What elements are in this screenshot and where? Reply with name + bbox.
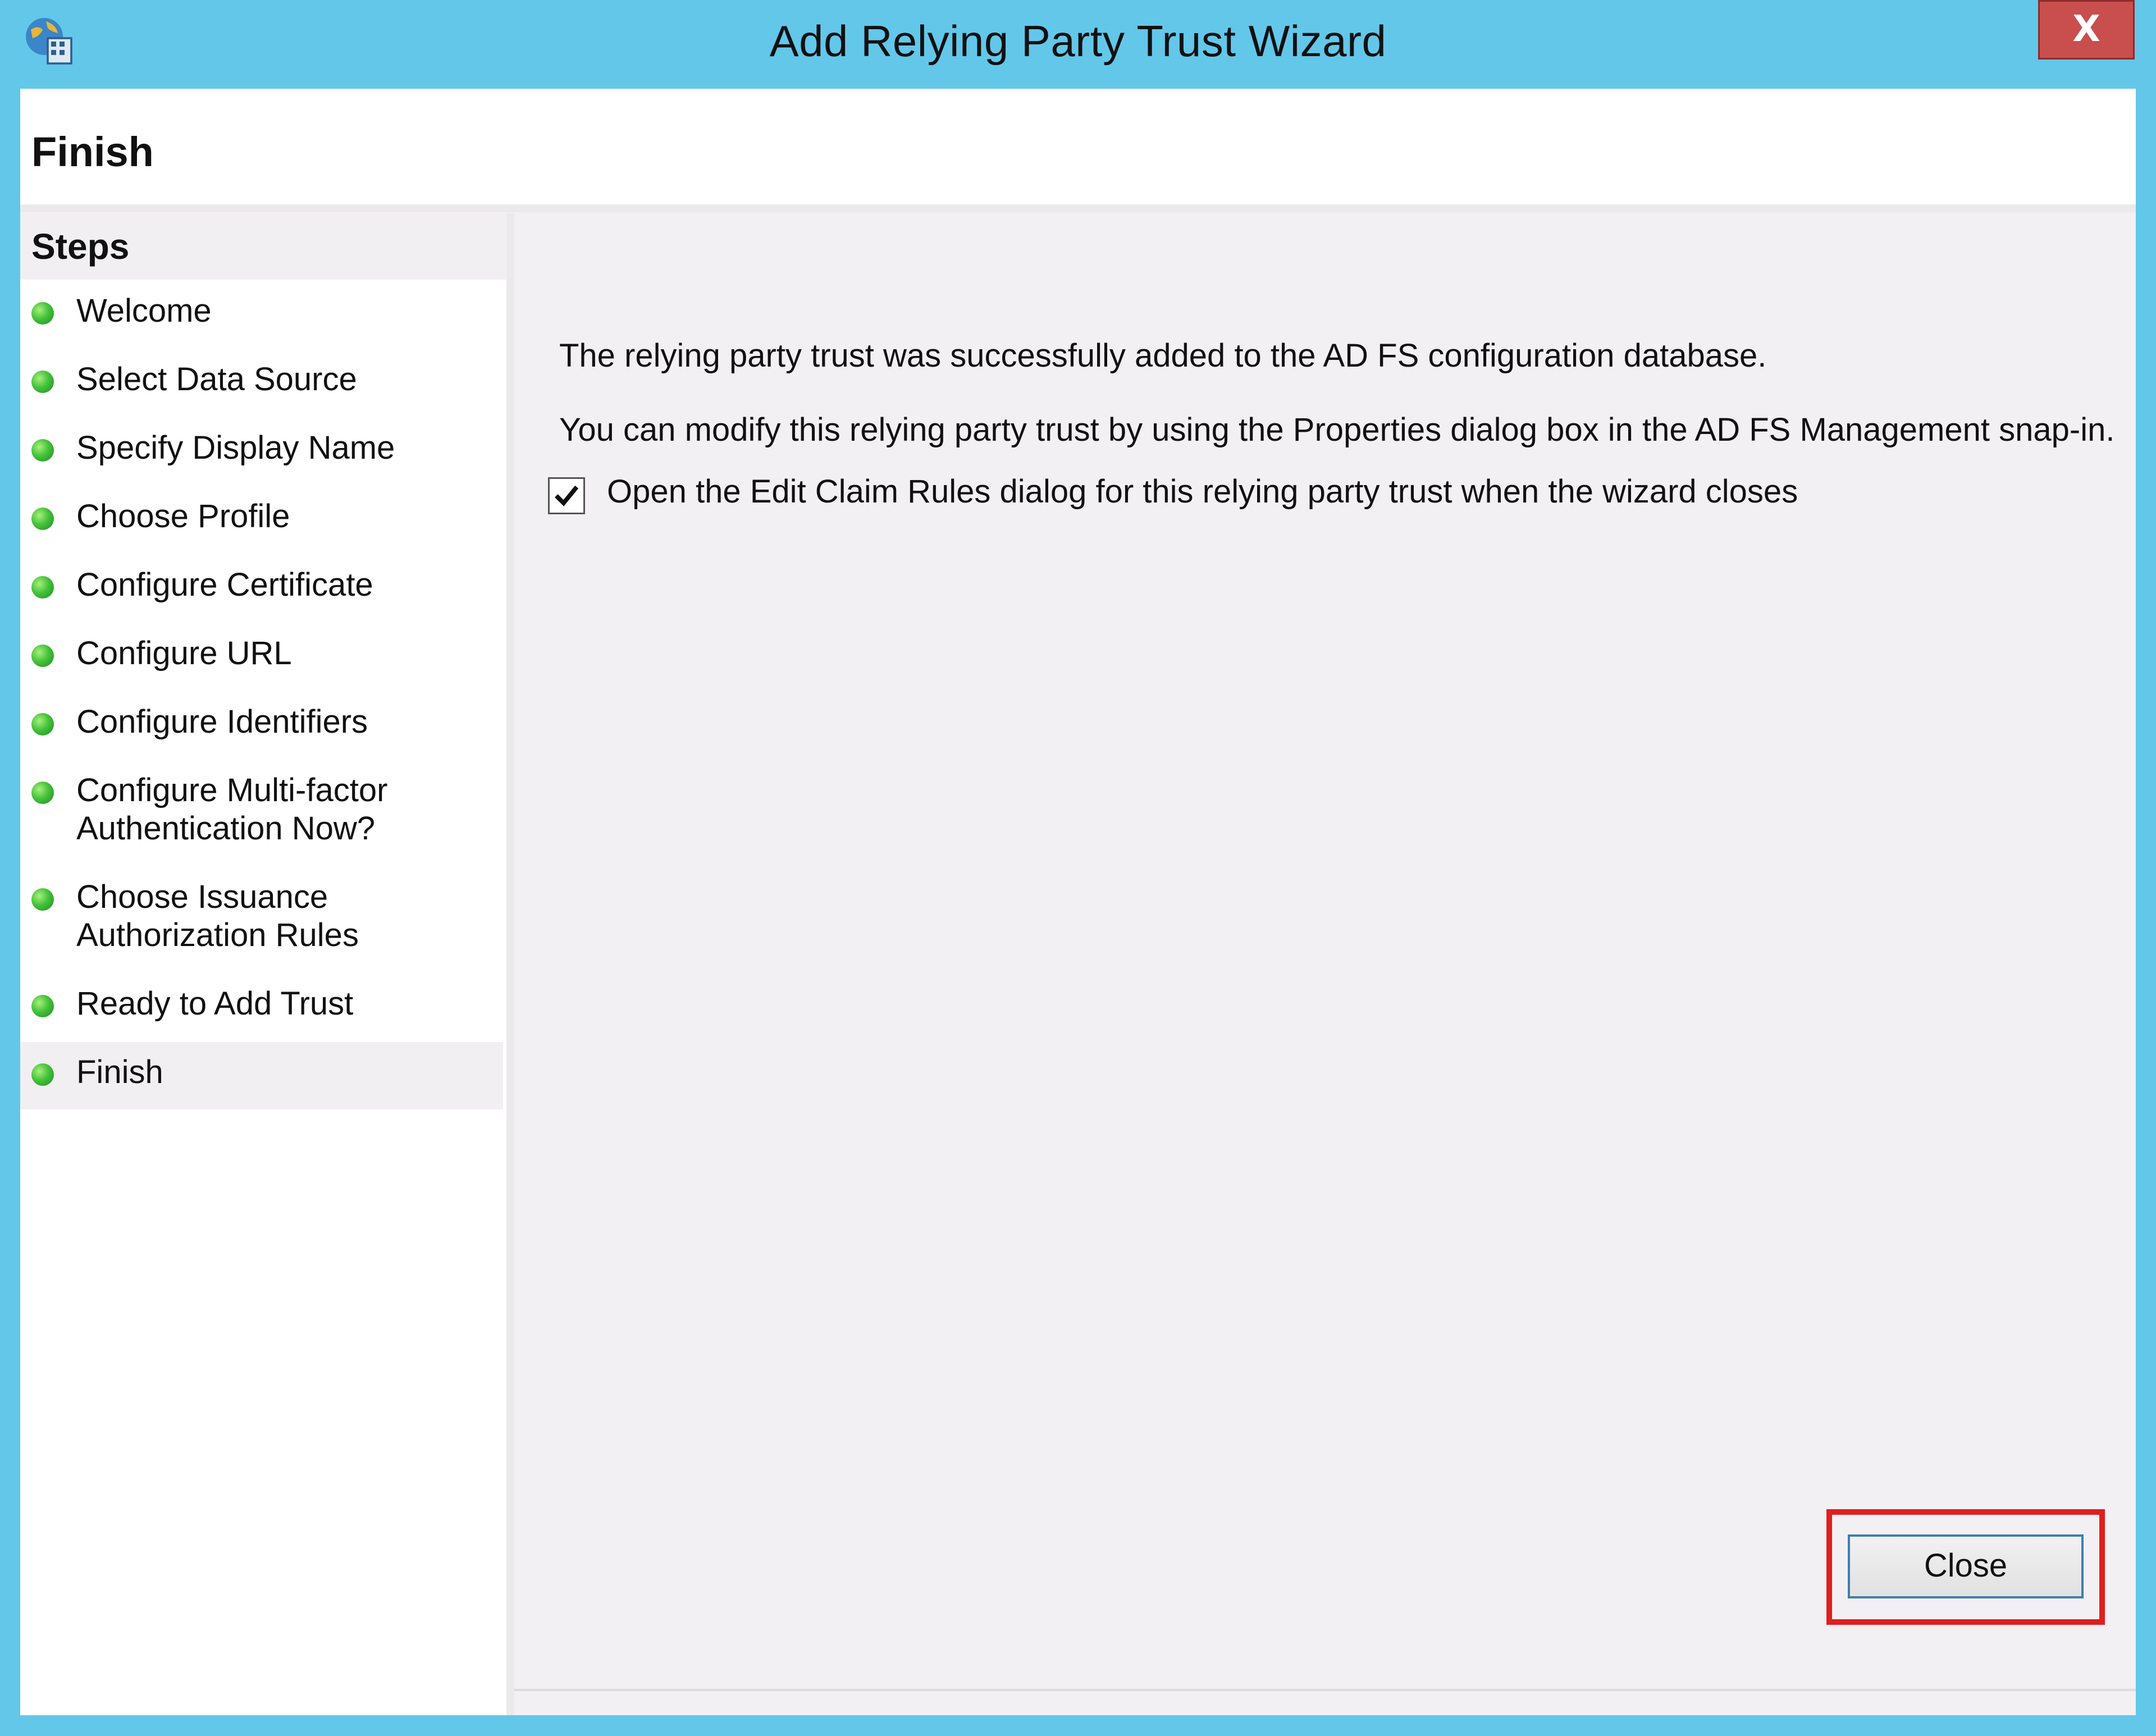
page-header: Finish [20,89,2136,204]
step-2: Select Data Source [20,360,503,422]
checkmark-icon [555,485,579,506]
step-label: Specify Display Name [76,430,395,466]
step-6: Configure URL [20,634,503,696]
green-dot-icon [31,439,54,462]
window-title: Add Relying Party Trust Wizard [769,16,1387,66]
step-9: Choose Issuance Authorization Rules [20,878,503,979]
steps-panel: Steps Welcome Select Data Source Specify D… [20,213,506,1715]
green-dot-icon [31,508,54,530]
step-label: Configure Identifiers [76,703,368,740]
green-dot-icon [31,645,54,667]
step-label: Welcome [76,293,212,329]
window-close-button[interactable]: X [2038,0,2135,60]
modify-message: You can modify this relying party trust … [559,412,2115,448]
window-bottom-border [0,1715,2156,1736]
edit-claim-rules-label[interactable]: Open the Edit Claim Rules dialog for thi… [607,473,1798,510]
green-dot-icon [31,713,54,735]
green-dot-icon [31,302,54,325]
page-title: Finish [31,129,154,175]
wizard-client-area: Finish Steps Welcome Select Data Source Sp… [20,89,2136,1715]
step-label: Choose Profile [76,498,290,534]
green-dot-icon [31,576,54,599]
step-8: Configure Multi-factor Authentication No… [20,771,503,872]
success-message: The relying party trust was successfully… [559,337,1767,374]
green-dot-icon [31,995,54,1017]
green-dot-icon [31,888,54,911]
step-3: Specify Display Name [20,429,503,491]
green-dot-icon [31,371,54,393]
step-11: Finish [20,1042,503,1109]
header-divider [20,204,2136,212]
edit-claim-rules-checkbox[interactable] [548,477,585,514]
step-5: Configure Certificate [20,566,503,628]
wizard-window: Add Relying Party Trust Wizard X Finish … [0,0,2156,1736]
step-label: Configure Certificate [76,567,373,603]
green-dot-icon [31,1063,54,1086]
step-label: Ready to Add Trust [76,985,354,1022]
close-button[interactable]: Close [1848,1534,2084,1598]
step-1: Welcome [20,292,503,354]
step-label: Choose Issuance Authorization Rules [76,879,359,953]
steps-heading: Steps [20,213,506,280]
step-label: Configure Multi-factor Authentication No… [76,772,388,847]
title-bar[interactable]: Add Relying Party Trust Wizard X [0,0,2156,87]
step-label: Configure URL [76,635,292,671]
step-10: Ready to Add Trust [20,985,503,1047]
step-4: Choose Profile [20,497,503,559]
steps-heading-label: Steps [31,226,130,267]
panel-divider [506,213,514,1715]
footer-divider [514,1689,2136,1691]
step-label: Finish [76,1054,163,1090]
finish-content: The relying party trust was successfully… [514,213,2136,1690]
step-label: Select Data Source [76,361,357,398]
step-7: Configure Identifiers [20,703,503,765]
green-dot-icon [31,782,54,804]
